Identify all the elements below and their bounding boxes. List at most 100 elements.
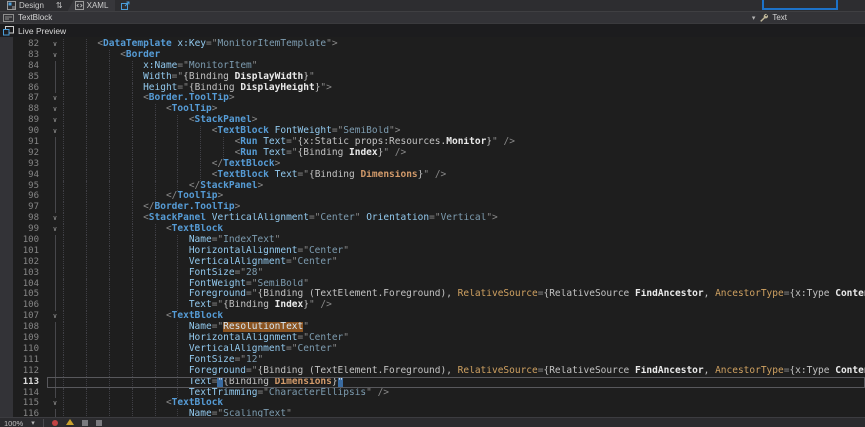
focused-control-outline[interactable] [762,0,838,10]
line-number: 109 [13,333,47,344]
code-line[interactable]: 96</ToolTip> [0,191,865,202]
code-line[interactable]: 111FontSize="12" [0,355,865,366]
indent-guide [63,159,86,170]
fold-collapse-icon[interactable]: ∨ [47,224,63,235]
code-line[interactable]: 88∨<ToolTip> [0,104,865,115]
code-line[interactable]: 115∨<TextBlock [0,398,865,409]
message-icon[interactable] [96,420,102,426]
indent-guide [155,170,178,181]
code-line[interactable]: 104FontWeight="SemiBold" [0,279,865,290]
code-line[interactable]: 87∨<Border.ToolTip> [0,93,865,104]
indent-guide [132,355,155,366]
error-icon[interactable] [52,420,58,426]
code-line[interactable]: 92<Run Text="{Binding Index}" /> [0,148,865,159]
fold-collapse-icon[interactable]: ∨ [47,39,63,50]
message-icon[interactable] [82,420,88,426]
code-text: Foreground="{Binding (TextElement.Foregr… [63,366,865,377]
swap-panes-icon[interactable]: ⇅ [51,1,68,10]
code-line[interactable]: 99∨<TextBlock [0,224,865,235]
code-line[interactable]: 83∨<Border [0,50,865,61]
line-number: 113 [13,377,47,388]
fold-extent-line [47,355,63,366]
code-text: <Run Text="{x:Static props:Resources.Mon… [63,137,865,148]
indent-guide [109,300,132,311]
divider [43,419,44,427]
indent-guide [86,224,109,235]
fold-extent-line [47,246,63,257]
line-number: 97 [13,202,47,213]
fold-collapse-icon[interactable]: ∨ [47,126,63,137]
indent-guide [63,115,86,126]
indent-guide [109,159,132,170]
fold-extent-line [47,72,63,83]
fold-extent-line [47,148,63,159]
indent-guide [155,311,166,322]
line-number: 84 [13,61,47,72]
tab-xaml[interactable]: XAML [68,0,116,11]
code-text: FontSize="12" [63,355,865,366]
fold-collapse-icon[interactable]: ∨ [47,115,63,126]
code-text: <TextBlock [63,224,865,235]
indent-guide [155,355,178,366]
code-line[interactable]: 89∨<StackPanel> [0,115,865,126]
code-line[interactable]: 113Text="{Binding Dimensions}" [0,377,865,388]
indent-guide [63,311,86,322]
code-line[interactable]: 82∨<DataTemplate x:Key="MonitorItemTempl… [0,39,865,50]
designer-tab-bar: Design ⇅ XAML [0,0,865,11]
code-line[interactable]: 108Name="ResolutionText" [0,322,865,333]
code-text: Foreground="{Binding (TextElement.Foregr… [63,289,865,300]
indent-guide [86,170,109,181]
code-line[interactable]: 103FontSize="28" [0,268,865,279]
fold-extent-line [47,170,63,181]
code-line[interactable]: 84x:Name="MonitorItem" [0,61,865,72]
fold-collapse-icon[interactable]: ∨ [47,93,63,104]
fold-collapse-icon[interactable]: ∨ [47,311,63,322]
tab-design[interactable]: Design [0,0,51,11]
indent-guide [200,126,211,137]
indent-guide [177,257,188,268]
zoom-dropdown-icon[interactable]: ▾ [31,419,35,427]
indent-guide [109,224,132,235]
code-line[interactable]: 98∨<StackPanel VerticalAlignment="Center… [0,213,865,224]
code-line[interactable]: 85Width="{Binding DisplayWidth}" [0,72,865,83]
indent-guide [86,377,109,388]
code-line[interactable]: 95</StackPanel> [0,181,865,192]
indent-guide [132,344,155,355]
code-text: <TextBlock Text="{Binding Dimensions}" /… [63,170,865,181]
fold-collapse-icon[interactable]: ∨ [47,50,63,61]
zoom-level[interactable]: 100% [4,419,23,427]
fold-collapse-icon[interactable]: ∨ [47,104,63,115]
warning-icon[interactable] [66,419,74,425]
indent-guide [200,159,211,170]
code-text: HorizontalAlignment="Center" [63,333,865,344]
code-line[interactable]: 105Foreground="{Binding (TextElement.For… [0,289,865,300]
code-line[interactable]: 100Name="IndexText" [0,235,865,246]
indent-guide [86,191,109,202]
code-line[interactable]: 94<TextBlock Text="{Binding Dimensions}"… [0,170,865,181]
code-line[interactable]: 91<Run Text="{x:Static props:Resources.M… [0,137,865,148]
code-line[interactable]: 93</TextBlock> [0,159,865,170]
chevron-down-icon[interactable]: ▾ [752,14,756,22]
code-text: TextTrimming="CharacterEllipsis" /> [63,388,865,399]
code-line[interactable]: 90∨<TextBlock FontWeight="SemiBold"> [0,126,865,137]
code-line[interactable]: 109 HorizontalAlignment="Center" [0,333,865,344]
fold-extent-line [47,388,63,399]
code-line[interactable]: 112Foreground="{Binding (TextElement.For… [0,366,865,377]
code-line[interactable]: 107∨<TextBlock [0,311,865,322]
code-line[interactable]: 114TextTrimming="CharacterEllipsis" /> [0,388,865,399]
fold-collapse-icon[interactable]: ∨ [47,398,63,409]
code-line[interactable]: 97</Border.ToolTip> [0,202,865,213]
fold-extent-line [47,61,63,72]
breadcrumb[interactable]: TextBlock [0,13,52,22]
fold-collapse-icon[interactable]: ∨ [47,213,63,224]
code-line[interactable]: 101HorizontalAlignment="Center" [0,246,865,257]
live-preview-label: Live Preview [18,26,66,36]
xaml-code-editor[interactable]: 82∨<DataTemplate x:Key="MonitorItemTempl… [0,37,865,427]
popout-icon[interactable] [121,1,130,10]
indent-guide [109,311,132,322]
code-line[interactable]: 110VerticalAlignment="Center" [0,344,865,355]
code-line[interactable]: 86Height="{Binding DisplayHeight}"> [0,83,865,94]
indent-guide [132,104,155,115]
code-line[interactable]: 106Text="{Binding Index}" /> [0,300,865,311]
code-line[interactable]: 102VerticalAlignment="Center" [0,257,865,268]
